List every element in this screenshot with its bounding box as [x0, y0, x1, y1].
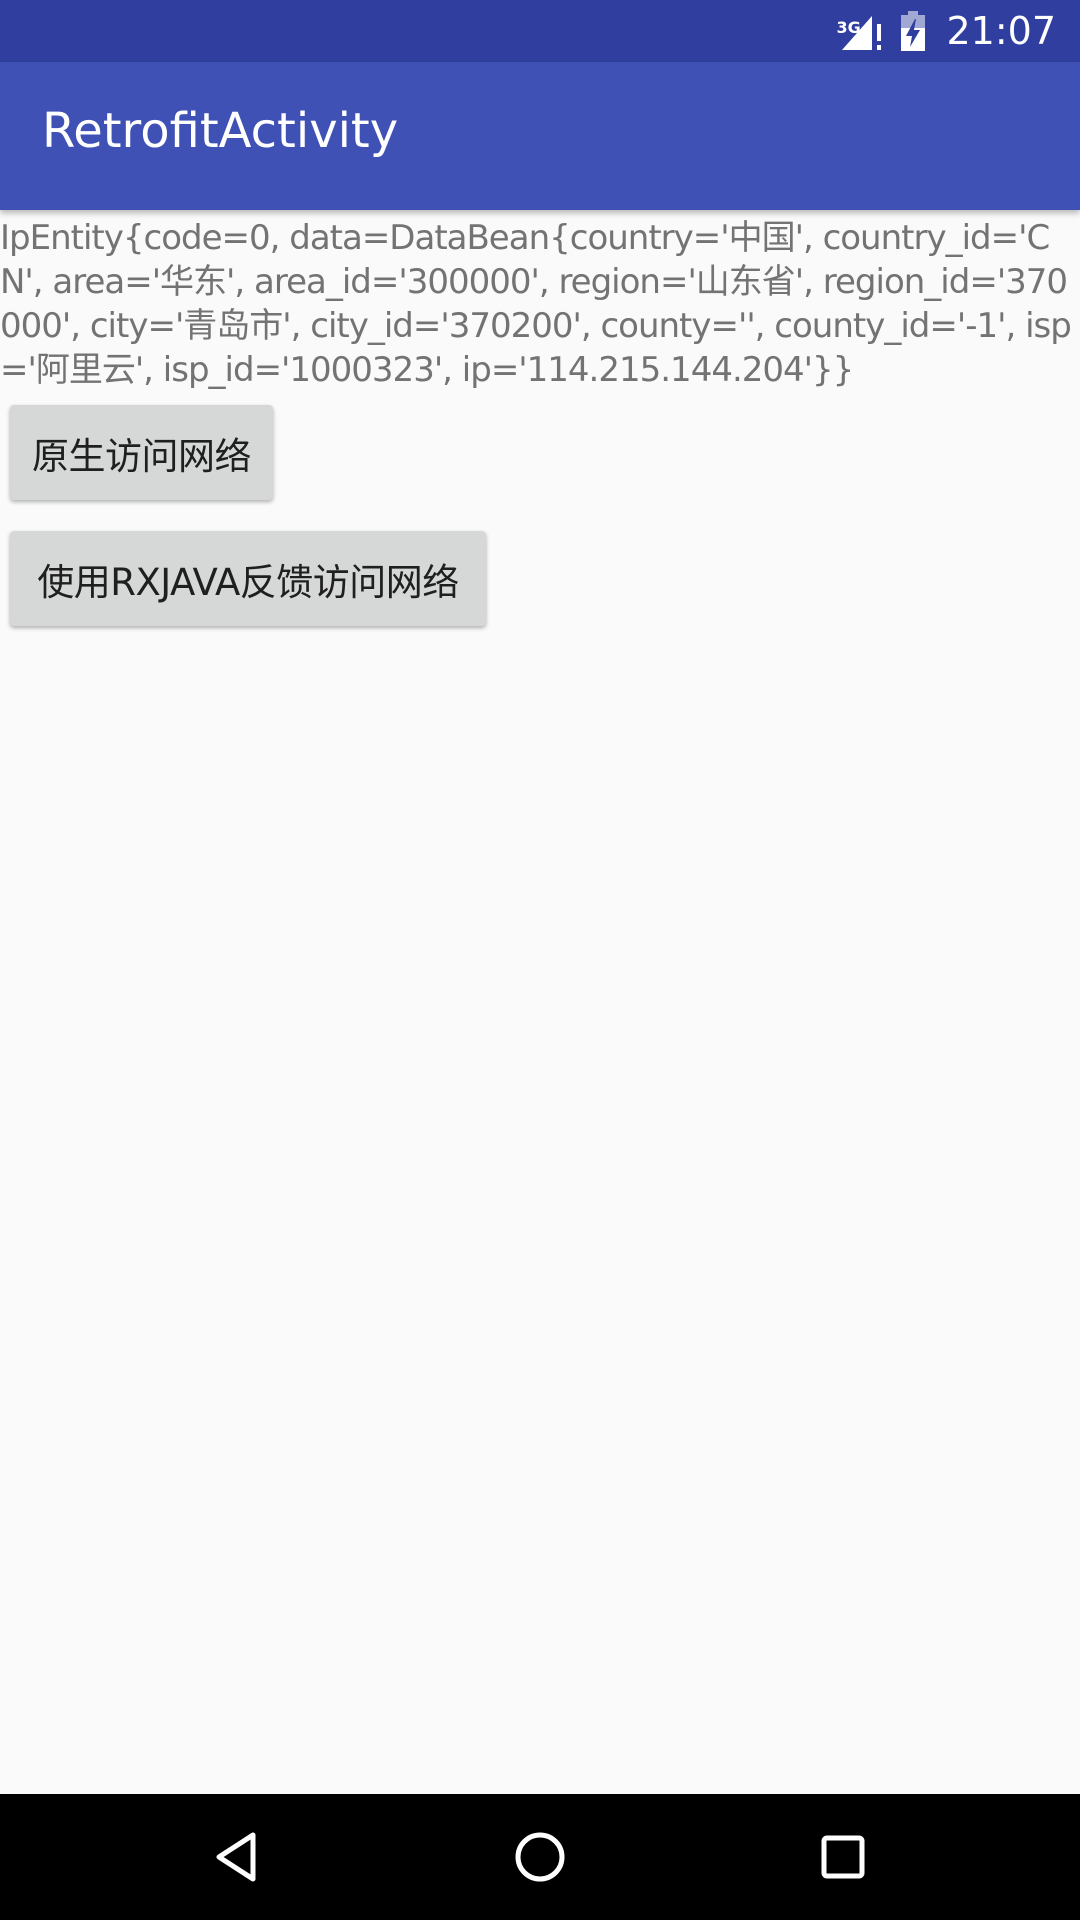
rxjava-request-button[interactable]: 使用RXJAVA反馈访问网络 — [10, 531, 486, 626]
content-area: IpEntity{code=0, data=DataBean{country='… — [0, 210, 1080, 392]
home-icon — [515, 1832, 565, 1882]
clock: 21:07 — [946, 9, 1056, 53]
page-title: RetrofitActivity — [42, 103, 399, 159]
back-button[interactable] — [197, 1817, 277, 1897]
back-icon — [216, 1832, 256, 1882]
recents-icon — [821, 1835, 865, 1879]
navigation-bar — [0, 1794, 1080, 1920]
status-icons: 3G 21:07 — [836, 0, 1056, 62]
network-type-label: 3G — [836, 18, 861, 37]
signal-indicator: 3G — [836, 10, 886, 52]
rxjava-request-button-label: 使用RXJAVA反馈访问网络 — [37, 560, 459, 604]
native-request-button[interactable]: 原生访问网络 — [10, 405, 273, 500]
battery-icon — [901, 11, 926, 51]
status-bar: 3G 21:07 — [0, 0, 1080, 62]
recents-button[interactable] — [803, 1817, 883, 1897]
app-bar: RetrofitActivity — [0, 62, 1080, 210]
native-request-button-label: 原生访问网络 — [32, 434, 252, 478]
home-button[interactable] — [500, 1817, 580, 1897]
response-text: IpEntity{code=0, data=DataBean{country='… — [0, 218, 1072, 390]
